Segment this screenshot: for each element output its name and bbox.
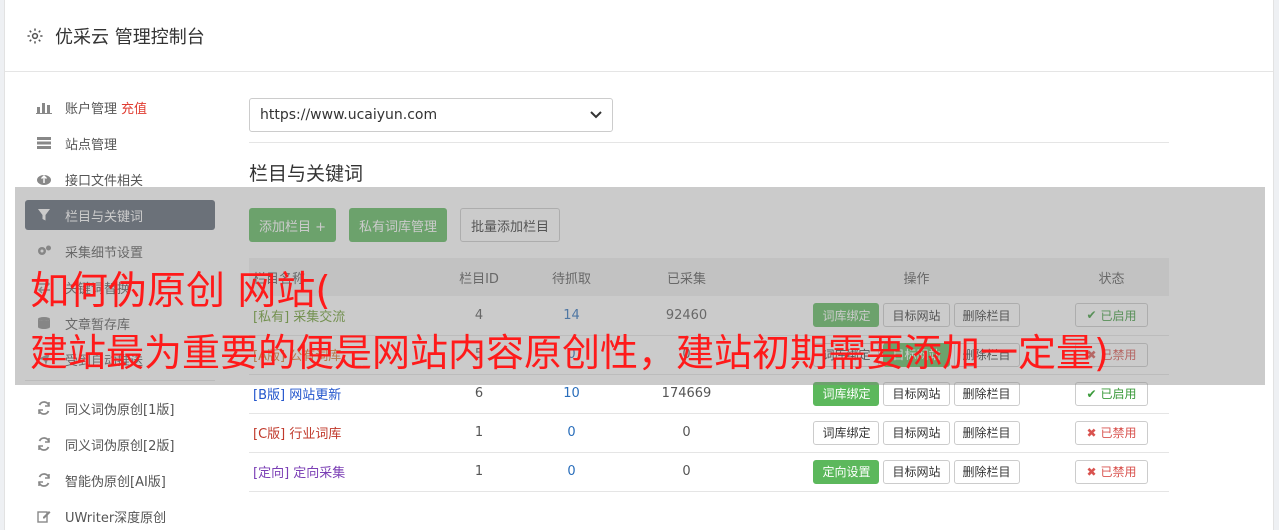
sidebar-item-label: 接口文件相关 — [65, 173, 144, 189]
bar-chart-icon — [35, 99, 53, 115]
refresh-icon — [35, 400, 53, 416]
chevron-down-icon — [590, 107, 602, 123]
top-bar: 优采云 管理控制台 — [5, 0, 1273, 72]
status-badge[interactable]: ✖ 已禁用 — [1075, 459, 1148, 484]
sidebar-item-label: 智能伪原创[AI版] — [65, 474, 166, 490]
status-text: 已启用 — [1100, 387, 1137, 401]
status-badge[interactable]: ✔ 已启用 — [1075, 381, 1148, 406]
close-icon: ✖ — [1086, 425, 1097, 440]
divider — [249, 142, 1169, 143]
refresh-icon — [35, 472, 53, 488]
recharge-link[interactable]: 充值 — [121, 98, 147, 117]
column-tag: [定向] — [253, 466, 290, 481]
section-title: 栏目与关键词 — [249, 163, 364, 185]
server-icon — [35, 135, 53, 151]
collected-count: 0 — [682, 464, 691, 479]
site-select[interactable]: https://www.ucaiyun.com — [249, 98, 613, 132]
pending-count[interactable]: 0 — [549, 452, 594, 491]
overlay-headline-line2: 建站最为重要的便是网站内容原创性，建站初期需要添加一定量) — [30, 331, 1109, 375]
column-tag: [B版] — [253, 388, 286, 403]
column-id: 1 — [474, 425, 484, 440]
cloud-upload-icon — [35, 171, 53, 187]
sidebar-tool-ai[interactable]: 智能伪原创[AI版] — [25, 465, 215, 495]
column-name[interactable]: 定向采集 — [293, 466, 345, 481]
target-site-button[interactable]: 目标网站 — [883, 381, 950, 406]
overlay-headline-line1: 如何伪原创 网站( — [30, 269, 331, 314]
column-name[interactable]: 行业词库 — [289, 427, 341, 442]
site-select-value: https://www.ucaiyun.com — [260, 107, 438, 123]
column-tag: [C版] — [253, 427, 286, 442]
edit-icon — [35, 508, 53, 524]
target-site-button[interactable]: 目标网站 — [883, 420, 950, 445]
delete-column-button[interactable]: 删除栏目 — [953, 381, 1020, 406]
bind-lib-button[interactable]: 词库绑定 — [813, 381, 880, 406]
refresh-icon — [35, 436, 53, 452]
collected-count: 0 — [682, 425, 691, 440]
delete-column-button[interactable]: 删除栏目 — [953, 420, 1020, 445]
sidebar-item-account[interactable]: 账户管理 充值 — [25, 92, 215, 122]
close-icon: ✖ — [1086, 464, 1097, 479]
column-name-cell[interactable]: [C版] 行业词库 — [249, 413, 409, 452]
status-text: 已禁用 — [1100, 465, 1137, 479]
table-row: [定向] 定向采集 1 0 0 定向设置 目标网站 删除栏目 ✖ 已禁用 — [249, 452, 1169, 491]
check-icon: ✔ — [1086, 386, 1097, 401]
delete-column-button[interactable]: 删除栏目 — [953, 459, 1020, 484]
sidebar-tool-synonym-v1[interactable]: 同义词伪原创[1版] — [25, 393, 215, 423]
sidebar-tool-uwriter[interactable]: UWriter深度原创 — [25, 501, 215, 530]
table-row: [C版] 行业词库 1 0 0 词库绑定 目标网站 删除栏目 ✖ 已禁用 — [249, 413, 1169, 452]
target-site-button[interactable]: 目标网站 — [883, 459, 950, 484]
bind-lib-button[interactable]: 词库绑定 — [813, 420, 880, 445]
pending-count[interactable]: 0 — [549, 413, 594, 452]
sidebar-tool-synonym-v2[interactable]: 同义词伪原创[2版] — [25, 429, 215, 459]
directed-settings-button[interactable]: 定向设置 — [813, 459, 880, 484]
status-badge[interactable]: ✖ 已禁用 — [1075, 420, 1148, 445]
sidebar-item-label: 站点管理 — [65, 137, 118, 153]
sidebar-item-label: 账户管理 — [65, 101, 118, 117]
status-text: 已禁用 — [1100, 426, 1137, 440]
column-id: 1 — [474, 464, 484, 479]
gear-icon[interactable] — [25, 26, 45, 46]
column-name-cell[interactable]: [定向] 定向采集 — [249, 452, 409, 491]
column-name[interactable]: 网站更新 — [289, 388, 341, 403]
console-title: 优采云 管理控制台 — [55, 26, 205, 48]
sidebar-item-label: 同义词伪原创[2版] — [65, 438, 175, 454]
sidebar-item-label: 同义词伪原创[1版] — [65, 402, 175, 418]
sidebar-item-label: UWriter深度原创 — [65, 510, 167, 526]
sidebar-item-sites[interactable]: 站点管理 — [25, 128, 215, 158]
